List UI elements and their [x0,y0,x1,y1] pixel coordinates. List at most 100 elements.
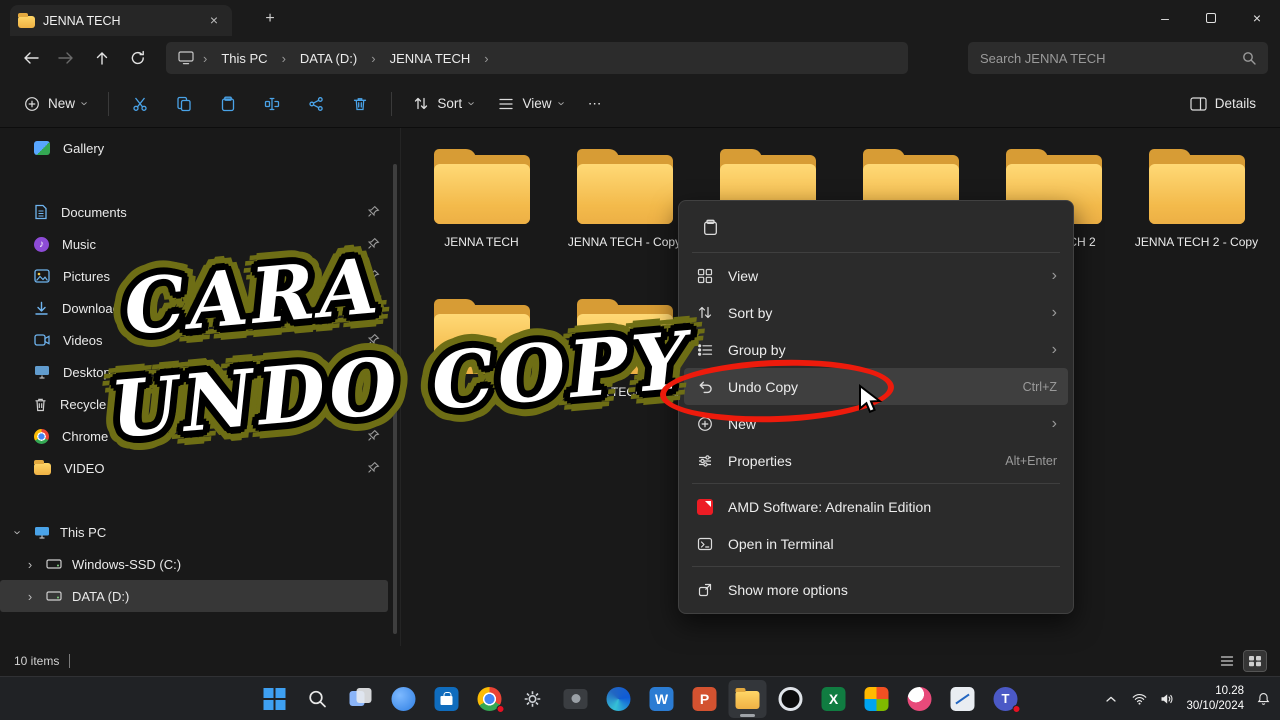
menu-item-label: Sort by [728,304,773,321]
close-window-button[interactable]: × [1234,0,1280,36]
sort-button[interactable]: Sort [403,88,484,119]
large-icons-view-toggle[interactable] [1243,650,1267,672]
word-button[interactable] [643,680,681,718]
minimize-button[interactable]: – [1142,0,1188,36]
edge-button[interactable] [600,680,638,718]
search-input[interactable] [980,50,1234,66]
sidebar-item-label: Downloads [62,300,127,316]
quick-paste-button[interactable] [692,211,728,243]
menu-item-open-in-terminal[interactable]: Open in Terminal [684,525,1068,562]
folder-item[interactable]: JENNA TECH [410,140,553,290]
speaker-icon [1161,693,1173,704]
taskbar-clock[interactable]: 10.28 30/10/2024 [1186,684,1244,714]
breadcrumb-this-pc[interactable]: This PC [216,48,272,69]
tree-item-windows-ssd[interactable]: Windows-SSD (C:) [0,548,400,580]
this-pc-icon [35,526,49,539]
paste-button[interactable] [208,87,248,121]
chrome-button[interactable] [471,680,509,718]
file-explorer-button[interactable] [728,679,767,718]
menu-item-label: Show more options [728,581,848,598]
details-view-toggle[interactable] [1216,651,1238,671]
notification-center-button[interactable] [1254,687,1272,711]
back-button[interactable] [12,41,48,75]
teams-button[interactable] [987,680,1025,718]
camera-button[interactable] [557,680,595,718]
settings-button[interactable] [514,680,552,718]
up-button[interactable] [84,41,120,75]
obs-button[interactable] [772,680,810,718]
tree-item-this-pc[interactable]: This PC [0,516,400,548]
taskbar-search-button[interactable] [299,680,337,718]
excel-button[interactable] [815,680,853,718]
menu-item-sort-by[interactable]: Sort by [684,294,1068,331]
snipping-tool-button[interactable] [944,680,982,718]
delete-button[interactable] [340,87,380,121]
start-button[interactable] [256,680,294,718]
menu-item-show-more-options[interactable]: Show more options [684,571,1068,608]
sidebar-item-gallery[interactable]: Gallery [0,132,400,164]
widgets-button[interactable] [385,680,423,718]
powerpoint-button[interactable] [686,680,724,718]
music-icon [34,236,49,252]
breadcrumb-drive[interactable]: DATA (D:) [295,48,362,69]
volume-button[interactable] [1158,687,1176,711]
paint-button[interactable] [901,680,939,718]
chevron-collapsed-icon[interactable] [24,589,36,604]
clock-date: 30/10/2024 [1186,699,1244,712]
chevron-expanded-icon[interactable] [11,526,26,538]
tree-item-data-drive[interactable]: DATA (D:) [0,580,388,612]
chrome-icon [34,428,49,444]
explorer-tab[interactable]: JENNA TECH × [10,5,232,36]
rename-button[interactable] [252,87,292,121]
menu-item-amd-software[interactable]: AMD Software: Adrenalin Edition [684,488,1068,525]
folder-item[interactable]: JENNA TECH - Copy [553,140,696,290]
desktop-icon [35,366,49,379]
statusbar-divider [69,654,71,668]
large-icons-view-icon [1249,656,1261,667]
menu-item-label: Open in Terminal [728,535,834,552]
new-tab-button[interactable]: + [258,8,282,30]
search-box[interactable] [968,42,1268,74]
this-pc-icon [178,51,194,65]
sidebar-item-video-folder[interactable]: VIDEO [0,452,400,484]
menu-item-properties[interactable]: Properties Alt+Enter [684,442,1068,479]
network-button[interactable] [1130,687,1148,711]
search-icon [309,690,326,707]
screen: JENNA TECH × + – × This PC DATA (D:) [0,0,1280,720]
see-more-button[interactable]: ⋯ [578,88,612,120]
folder-label: JENNA TECH - Copy [567,235,682,249]
menu-item-view[interactable]: View [684,257,1068,294]
navigation-bar: This PC DATA (D:) JENNA TECH [0,36,1280,80]
hidden-icons-button[interactable] [1102,687,1120,711]
folder-item[interactable]: JENNA TECH 2 - Copy [1125,140,1268,290]
details-pane-button[interactable]: Details [1180,88,1266,119]
statusbar-view-toggles [1216,650,1267,672]
tree-item-label: This PC [60,524,107,540]
obs-icon [778,686,803,711]
up-icon [96,51,108,65]
tab-title: JENNA TECH [43,13,121,28]
chevron-collapsed-icon[interactable] [24,557,36,572]
sidebar-item-documents[interactable]: Documents [0,196,400,228]
close-tab-button[interactable]: × [204,11,224,31]
chevron-down-icon [465,101,480,105]
share-button[interactable] [296,87,336,121]
cut-button[interactable] [120,87,160,121]
folder-icon [18,12,35,28]
properties-icon [695,453,715,469]
maximize-button[interactable] [1188,0,1234,36]
address-bar[interactable]: This PC DATA (D:) JENNA TECH [166,42,908,74]
photos-button[interactable] [858,680,896,718]
forward-button[interactable] [48,41,84,75]
menu-item-label: Properties [728,452,792,469]
bell-icon [1257,692,1269,705]
microsoft-store-button[interactable] [428,680,466,718]
task-view-button[interactable] [342,680,380,718]
copy-button[interactable] [164,87,204,121]
pictures-icon [34,269,50,283]
view-button[interactable]: View [488,88,573,119]
new-button[interactable]: New [14,88,97,120]
refresh-button[interactable] [120,41,156,75]
breadcrumb-folder[interactable]: JENNA TECH [385,48,476,69]
copy-icon [177,96,192,111]
